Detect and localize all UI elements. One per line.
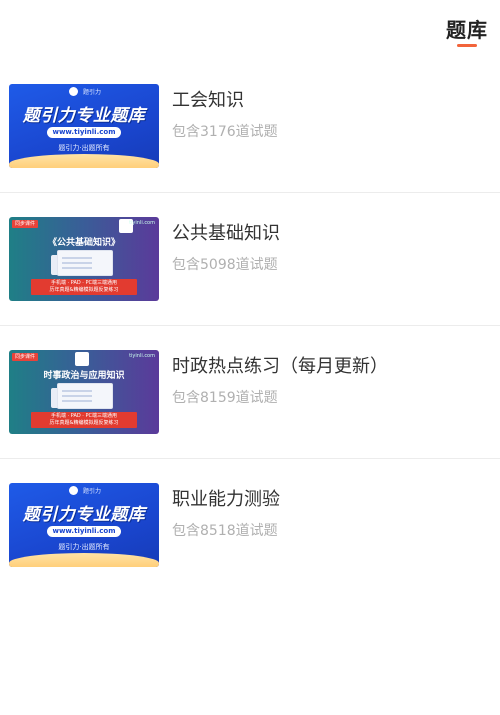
banner-headline: 题引力专业题库 [22, 106, 146, 126]
item-title: 公共基础知识 [172, 223, 280, 244]
list-item[interactable]: 题引力 题引力专业题库 www.tiyinli.com 题引力·出题所有 工会知… [0, 60, 500, 192]
banner-subtitle: 题引力·出题所有 [58, 543, 110, 551]
question-bank-list: 题引力 题引力专业题库 www.tiyinli.com 题引力·出题所有 工会知… [0, 60, 500, 591]
screen-mockup-icon [57, 250, 113, 276]
banner-red-line-2: 历年真题&精编模拟题反复练习 [49, 287, 119, 293]
course-banner-image: 同步课件 tiyinli.com 《公共基础知识》 手机端 · PAD · PC… [9, 217, 159, 301]
banner-logo-text: 题引力 [83, 488, 102, 495]
item-title: 职业能力测验 [172, 489, 280, 510]
banner-url: www.tiyinli.com [47, 526, 121, 537]
screen-mockup-icon [57, 383, 113, 409]
logo-icon [75, 352, 89, 366]
logo-icon [69, 486, 78, 495]
banner-red-line-1: 手机端 · PAD · PC端三端通用 [50, 280, 117, 286]
banner-site: tiyinli.com [129, 353, 155, 359]
item-question-count: 包含3176道试题 [172, 124, 278, 140]
logo-icon [69, 87, 78, 96]
list-item[interactable]: 同步课件 tiyinli.com 《公共基础知识》 手机端 · PAD · PC… [0, 192, 500, 325]
banner-heading: 《公共基础知识》 [47, 238, 120, 248]
banner-red-line-2: 历年真题&精编模拟题反复练习 [49, 420, 119, 426]
top-bar: 题库 [0, 0, 500, 60]
course-banner-image: 题引力 题引力专业题库 www.tiyinli.com 题引力·出题所有 [9, 483, 159, 567]
item-title: 工会知识 [172, 90, 244, 111]
banner-footer-band [9, 553, 159, 567]
banner-subtitle: 题引力·出题所有 [58, 144, 110, 152]
banner-tag: 同步课件 [12, 220, 39, 228]
tab-question-bank[interactable]: 题库 [446, 14, 488, 43]
item-question-count: 包含8159道试题 [172, 390, 278, 406]
course-banner-image: 题引力 题引力专业题库 www.tiyinli.com 题引力·出题所有 [9, 84, 159, 168]
item-question-count: 包含5098道试题 [172, 257, 278, 273]
list-item[interactable]: 题引力 题引力专业题库 www.tiyinli.com 题引力·出题所有 职业能… [0, 458, 500, 591]
banner-url: www.tiyinli.com [47, 127, 121, 138]
item-title: 时政热点练习（每月更新） [172, 356, 388, 377]
banner-logo-text: 题引力 [83, 89, 102, 96]
banner-headline: 题引力专业题库 [22, 505, 146, 525]
banner-site: tiyinli.com [129, 220, 155, 226]
banner-red-bar: 手机端 · PAD · PC端三端通用 历年真题&精编模拟题反复练习 [31, 279, 137, 295]
banner-red-bar: 手机端 · PAD · PC端三端通用 历年真题&精编模拟题反复练习 [31, 412, 137, 428]
list-item[interactable]: 同步课件 tiyinli.com 时事政治与应用知识 手机端 · PAD · P… [0, 325, 500, 458]
banner-footer-band [9, 154, 159, 168]
banner-heading: 时事政治与应用知识 [43, 371, 125, 381]
course-banner-image: 同步课件 tiyinli.com 时事政治与应用知识 手机端 · PAD · P… [9, 350, 159, 434]
item-question-count: 包含8518道试题 [172, 523, 278, 539]
banner-tag: 同步课件 [12, 353, 39, 361]
banner-red-line-1: 手机端 · PAD · PC端三端通用 [50, 413, 117, 419]
active-tab-indicator [457, 44, 477, 47]
